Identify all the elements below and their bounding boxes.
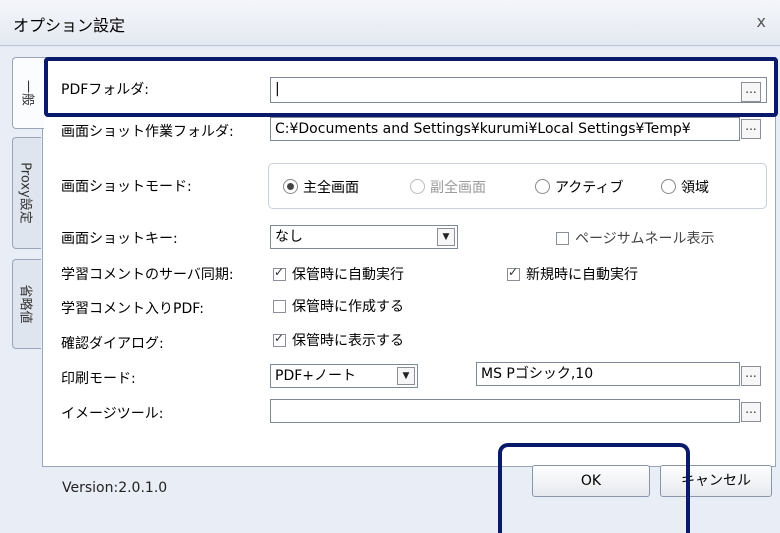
tab-defaults[interactable]: 省略値 xyxy=(12,259,41,349)
tab-proxy-label: Proxy設定 xyxy=(17,162,33,224)
window-title: オプション設定 xyxy=(13,16,126,35)
radio-active[interactable]: アクティブ xyxy=(535,177,623,197)
tab-proxy[interactable]: Proxy設定 xyxy=(12,137,41,249)
image-tool-input[interactable] xyxy=(270,399,740,423)
print-mode-select[interactable]: PDF+ノート xyxy=(270,364,418,388)
screenshot-folder-browse-button[interactable]: ... xyxy=(741,119,761,139)
radio-region[interactable]: 領域 xyxy=(661,177,709,197)
sync-save-auto-checkbox[interactable]: 保管時に自動実行 xyxy=(273,264,404,284)
screenshot-key-select[interactable]: なし xyxy=(270,225,458,249)
confirm-dialog-label: 確認ダイアログ: xyxy=(61,336,164,352)
screenshot-mode-group: 主全画面 副全画面 アクティブ 領域 xyxy=(268,163,767,209)
create-on-save-label: 保管時に作成する xyxy=(292,299,404,315)
version-label: Version:2.0.1.0 xyxy=(62,480,168,496)
print-mode-value: PDF+ノート xyxy=(275,368,357,384)
radio-sub-screen-label: 副全画面 xyxy=(430,180,486,196)
checkbox-box xyxy=(507,265,520,281)
highlight-ok-button xyxy=(498,443,690,533)
print-font-field[interactable]: MS Pゴシック,10 xyxy=(476,362,740,386)
image-tool-browse-button[interactable]: ... xyxy=(741,402,761,422)
radio-main-screen-label: 主全画面 xyxy=(303,180,359,196)
screenshot-folder-value: C:¥Documents and Settings¥kurumi¥Local S… xyxy=(275,121,691,137)
checkbox-box xyxy=(273,300,286,313)
print-font-value: MS Pゴシック,10 xyxy=(481,366,594,382)
radio-dot xyxy=(661,179,676,194)
checkbox-box xyxy=(556,232,569,245)
sync-new-auto-checkbox[interactable]: 新規時に自動実行 xyxy=(507,264,638,284)
options-dialog: オプション設定 x 一般 Proxy設定 省略値 PDFフォルダ: | ... … xyxy=(0,0,780,533)
radio-dot xyxy=(283,179,298,194)
tab-general-label: 一般 xyxy=(19,79,34,107)
radio-dot xyxy=(535,179,550,194)
checkbox-box xyxy=(273,331,286,347)
screenshot-folder-input[interactable]: C:¥Documents and Settings¥kurumi¥Local S… xyxy=(270,117,740,141)
screenshot-key-label: 画面ショットキー: xyxy=(61,231,178,247)
radio-active-label: アクティブ xyxy=(555,180,624,196)
screenshot-mode-label: 画面ショットモード: xyxy=(61,179,192,195)
screenshot-key-value: なし xyxy=(275,229,303,245)
chevron-down-icon[interactable]: ▼ xyxy=(437,228,455,246)
radio-sub-screen[interactable]: 副全画面 xyxy=(410,177,486,197)
sync-new-auto-label: 新規時に自動実行 xyxy=(526,267,638,283)
show-on-save-label: 保管時に表示する xyxy=(292,333,404,349)
radio-region-label: 領域 xyxy=(681,180,709,196)
print-mode-label: 印刷モード: xyxy=(61,371,136,387)
tab-defaults-label: 省略値 xyxy=(17,284,33,324)
tab-strip: 一般 Proxy設定 省略値 xyxy=(12,57,44,349)
chevron-down-icon[interactable]: ▼ xyxy=(397,367,415,385)
sync-save-auto-label: 保管時に自動実行 xyxy=(292,267,404,283)
page-thumbnail-checkbox[interactable]: ページサムネール表示 xyxy=(556,228,714,248)
print-font-browse-button[interactable]: ... xyxy=(741,366,761,386)
screenshot-folder-label: 画面ショット作業フォルダ: xyxy=(61,124,234,140)
highlight-pdf-folder xyxy=(44,57,778,117)
image-tool-label: イメージツール: xyxy=(61,406,164,422)
create-on-save-checkbox[interactable]: 保管時に作成する xyxy=(273,296,404,316)
server-sync-label: 学習コメントのサーバ同期: xyxy=(61,267,234,283)
title-bar: オプション設定 x xyxy=(0,0,780,46)
close-icon[interactable]: x xyxy=(757,12,766,31)
radio-main-screen[interactable]: 主全画面 xyxy=(283,177,359,197)
radio-dot xyxy=(410,179,425,194)
show-on-save-checkbox[interactable]: 保管時に表示する xyxy=(273,330,404,350)
checkbox-box xyxy=(273,265,286,281)
comment-pdf-label: 学習コメント入りPDF: xyxy=(61,301,204,317)
tab-general[interactable]: 一般 xyxy=(12,57,44,129)
page-thumbnail-label: ページサムネール表示 xyxy=(575,231,715,247)
